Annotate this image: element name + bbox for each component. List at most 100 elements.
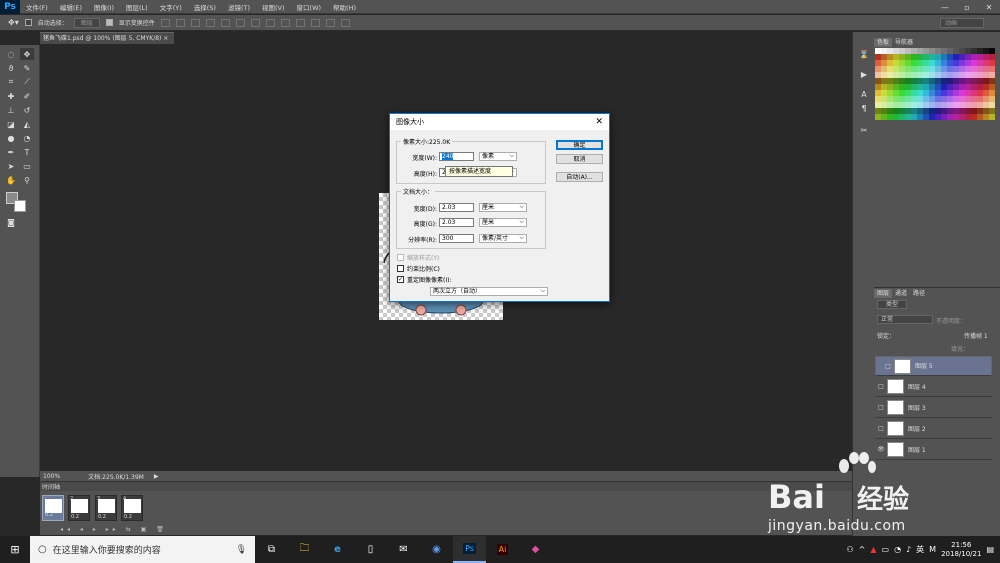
- network-icon[interactable]: ◔: [894, 545, 901, 554]
- propagate-frame-checkbox[interactable]: 传播帧 1: [964, 331, 988, 340]
- task-view-icon[interactable]: ⧉: [255, 536, 288, 563]
- show-hidden-icon[interactable]: ^: [859, 545, 866, 554]
- zoom-tool-icon[interactable]: ⚲: [20, 174, 34, 186]
- ime-mode-icon[interactable]: M: [929, 545, 936, 554]
- blur-tool-icon[interactable]: ●: [4, 132, 18, 144]
- align-bottom-icon[interactable]: [190, 18, 200, 27]
- actions-icon[interactable]: ▶: [857, 68, 871, 80]
- marquee-tool-icon[interactable]: ◌: [4, 48, 18, 60]
- status-arrow-icon[interactable]: ▶: [154, 473, 159, 480]
- menu-layer[interactable]: 图层(L): [120, 2, 154, 12]
- eraser-tool-icon[interactable]: ◪: [4, 118, 18, 130]
- brush-tool-icon[interactable]: ✐: [20, 90, 34, 102]
- battery-icon[interactable]: ▭: [882, 545, 890, 554]
- workspace-dropdown[interactable]: 动画: [940, 18, 984, 28]
- frame-delay[interactable]: 0.2: [71, 514, 79, 520]
- timeline-controls[interactable]: ◂◂ ◂ ▸ ▸▸ ⇆ ▣ 🗑: [60, 526, 168, 533]
- windows-start-icon[interactable]: ⊞: [0, 536, 30, 563]
- layer-row[interactable]: □ 图层 4: [875, 377, 992, 397]
- maximize-icon[interactable]: ▫: [956, 0, 978, 14]
- document-tab[interactable]: 猪鱼飞碟1.psd @ 100% (图层 5, CMYK/8) ×: [40, 32, 174, 44]
- menu-file[interactable]: 文件(F): [20, 2, 54, 12]
- dodge-tool-icon[interactable]: ◔: [20, 132, 34, 144]
- eyedropper-tool-icon[interactable]: ⟋: [20, 76, 34, 88]
- menu-image[interactable]: 图像(I): [88, 2, 120, 12]
- timeline-frame[interactable]: 40.2: [121, 495, 143, 521]
- hand-tool-icon[interactable]: ✋: [4, 174, 18, 186]
- visibility-toggle[interactable]: □: [882, 362, 894, 371]
- mail-icon[interactable]: ✉: [387, 536, 420, 563]
- align-right-icon[interactable]: [235, 18, 245, 27]
- file-explorer-icon[interactable]: 🗀: [288, 536, 321, 563]
- auto-button[interactable]: 自动(A)...: [556, 172, 603, 182]
- taskbar-search[interactable]: ○ 在这里输入你要搜索的内容 🎙: [30, 536, 255, 563]
- quick-select-tool-icon[interactable]: ✎: [20, 62, 34, 74]
- edge-icon[interactable]: e: [321, 536, 354, 563]
- menu-help[interactable]: 帮助(H): [327, 2, 362, 12]
- distribute-center-icon[interactable]: [310, 18, 320, 27]
- crop-tool-icon[interactable]: ⌗: [4, 76, 18, 88]
- constrain-proportions-checkbox[interactable]: 约束比例(C): [397, 264, 440, 273]
- ok-button[interactable]: 确定: [556, 140, 603, 150]
- distribute-middle-icon[interactable]: [265, 18, 275, 27]
- tab-channels[interactable]: 通道: [892, 289, 910, 298]
- blend-mode-dropdown[interactable]: 正常: [877, 315, 933, 324]
- photoshop-taskbar-icon[interactable]: Ps: [453, 536, 486, 563]
- tab-swatches[interactable]: 色板: [874, 38, 893, 47]
- doc-width-unit-select[interactable]: 厘米: [479, 203, 527, 212]
- menu-type[interactable]: 文字(Y): [154, 2, 188, 12]
- layer-row[interactable]: □ 图层 2: [875, 419, 992, 439]
- history-icon[interactable]: ⌛: [857, 48, 871, 60]
- doc-height-unit-select[interactable]: 厘米: [479, 218, 527, 227]
- character-icon[interactable]: A: [857, 88, 871, 100]
- align-center-icon[interactable]: [220, 18, 230, 27]
- volume-icon[interactable]: ♪: [906, 545, 911, 554]
- tab-navigator[interactable]: 导航器: [892, 38, 916, 47]
- tray-app-icon[interactable]: ▲: [870, 545, 876, 554]
- paint-bucket-tool-icon[interactable]: ◭: [20, 118, 34, 130]
- distribute-right-icon[interactable]: [325, 18, 335, 27]
- network-app-icon[interactable]: ◉: [420, 536, 453, 563]
- timeline-frame[interactable]: 10.2: [42, 495, 64, 521]
- frame-delay[interactable]: 0.2: [124, 514, 132, 520]
- menu-select[interactable]: 选择(S): [188, 2, 222, 12]
- timeline-frame[interactable]: 30.2: [95, 495, 117, 521]
- menu-window[interactable]: 窗口(W): [291, 2, 328, 12]
- clone-stamp-tool-icon[interactable]: ⊥: [4, 104, 18, 116]
- people-icon[interactable]: ⚇: [846, 545, 853, 554]
- color-swatch[interactable]: [989, 114, 995, 120]
- healing-brush-tool-icon[interactable]: ✚: [4, 90, 18, 102]
- resample-method-select[interactable]: 两次立方（自动）: [430, 287, 548, 296]
- width-input[interactable]: 240: [439, 152, 474, 161]
- width-unit-select[interactable]: 像素: [479, 152, 517, 161]
- notification-icon[interactable]: ▤: [986, 545, 994, 554]
- document-app-icon[interactable]: ▯: [354, 536, 387, 563]
- show-transform-checkbox[interactable]: [105, 19, 113, 26]
- type-tool-icon[interactable]: T: [20, 146, 34, 158]
- resolution-unit-select[interactable]: 像素/英寸: [479, 234, 527, 243]
- clock[interactable]: 21:56 2018/10/21: [941, 541, 981, 559]
- frame-delay[interactable]: 0.2: [45, 511, 53, 520]
- align-top-icon[interactable]: [160, 18, 170, 27]
- menu-view[interactable]: 视图(V): [256, 2, 291, 12]
- color-app-icon[interactable]: ◆: [519, 536, 552, 563]
- menu-filter[interactable]: 滤镜(T): [222, 2, 256, 12]
- lasso-tool-icon[interactable]: ϑ: [4, 62, 18, 74]
- pen-tool-icon[interactable]: ✒: [4, 146, 18, 158]
- swatch-grid[interactable]: [875, 48, 995, 120]
- ime-indicator[interactable]: 英: [916, 544, 924, 555]
- auto-select-checkbox[interactable]: [24, 19, 32, 26]
- tool-presets-icon[interactable]: ✂: [857, 124, 871, 136]
- distribute-top-icon[interactable]: [250, 18, 260, 27]
- microphone-icon[interactable]: 🎙: [236, 545, 247, 555]
- doc-width-input[interactable]: 2.03: [439, 203, 474, 212]
- align-middle-icon[interactable]: [175, 18, 185, 27]
- close-icon[interactable]: ✕: [595, 114, 603, 130]
- filter-kind-dropdown[interactable]: 类型: [877, 300, 907, 309]
- minimize-icon[interactable]: —: [934, 0, 956, 14]
- visibility-toggle[interactable]: □: [875, 425, 887, 432]
- background-color-swatch[interactable]: [14, 200, 26, 212]
- dialog-titlebar[interactable]: 图像大小 ✕: [390, 114, 609, 130]
- history-brush-tool-icon[interactable]: ↺: [20, 104, 34, 116]
- doc-info[interactable]: 文档:225.0K/1.39M: [88, 472, 144, 481]
